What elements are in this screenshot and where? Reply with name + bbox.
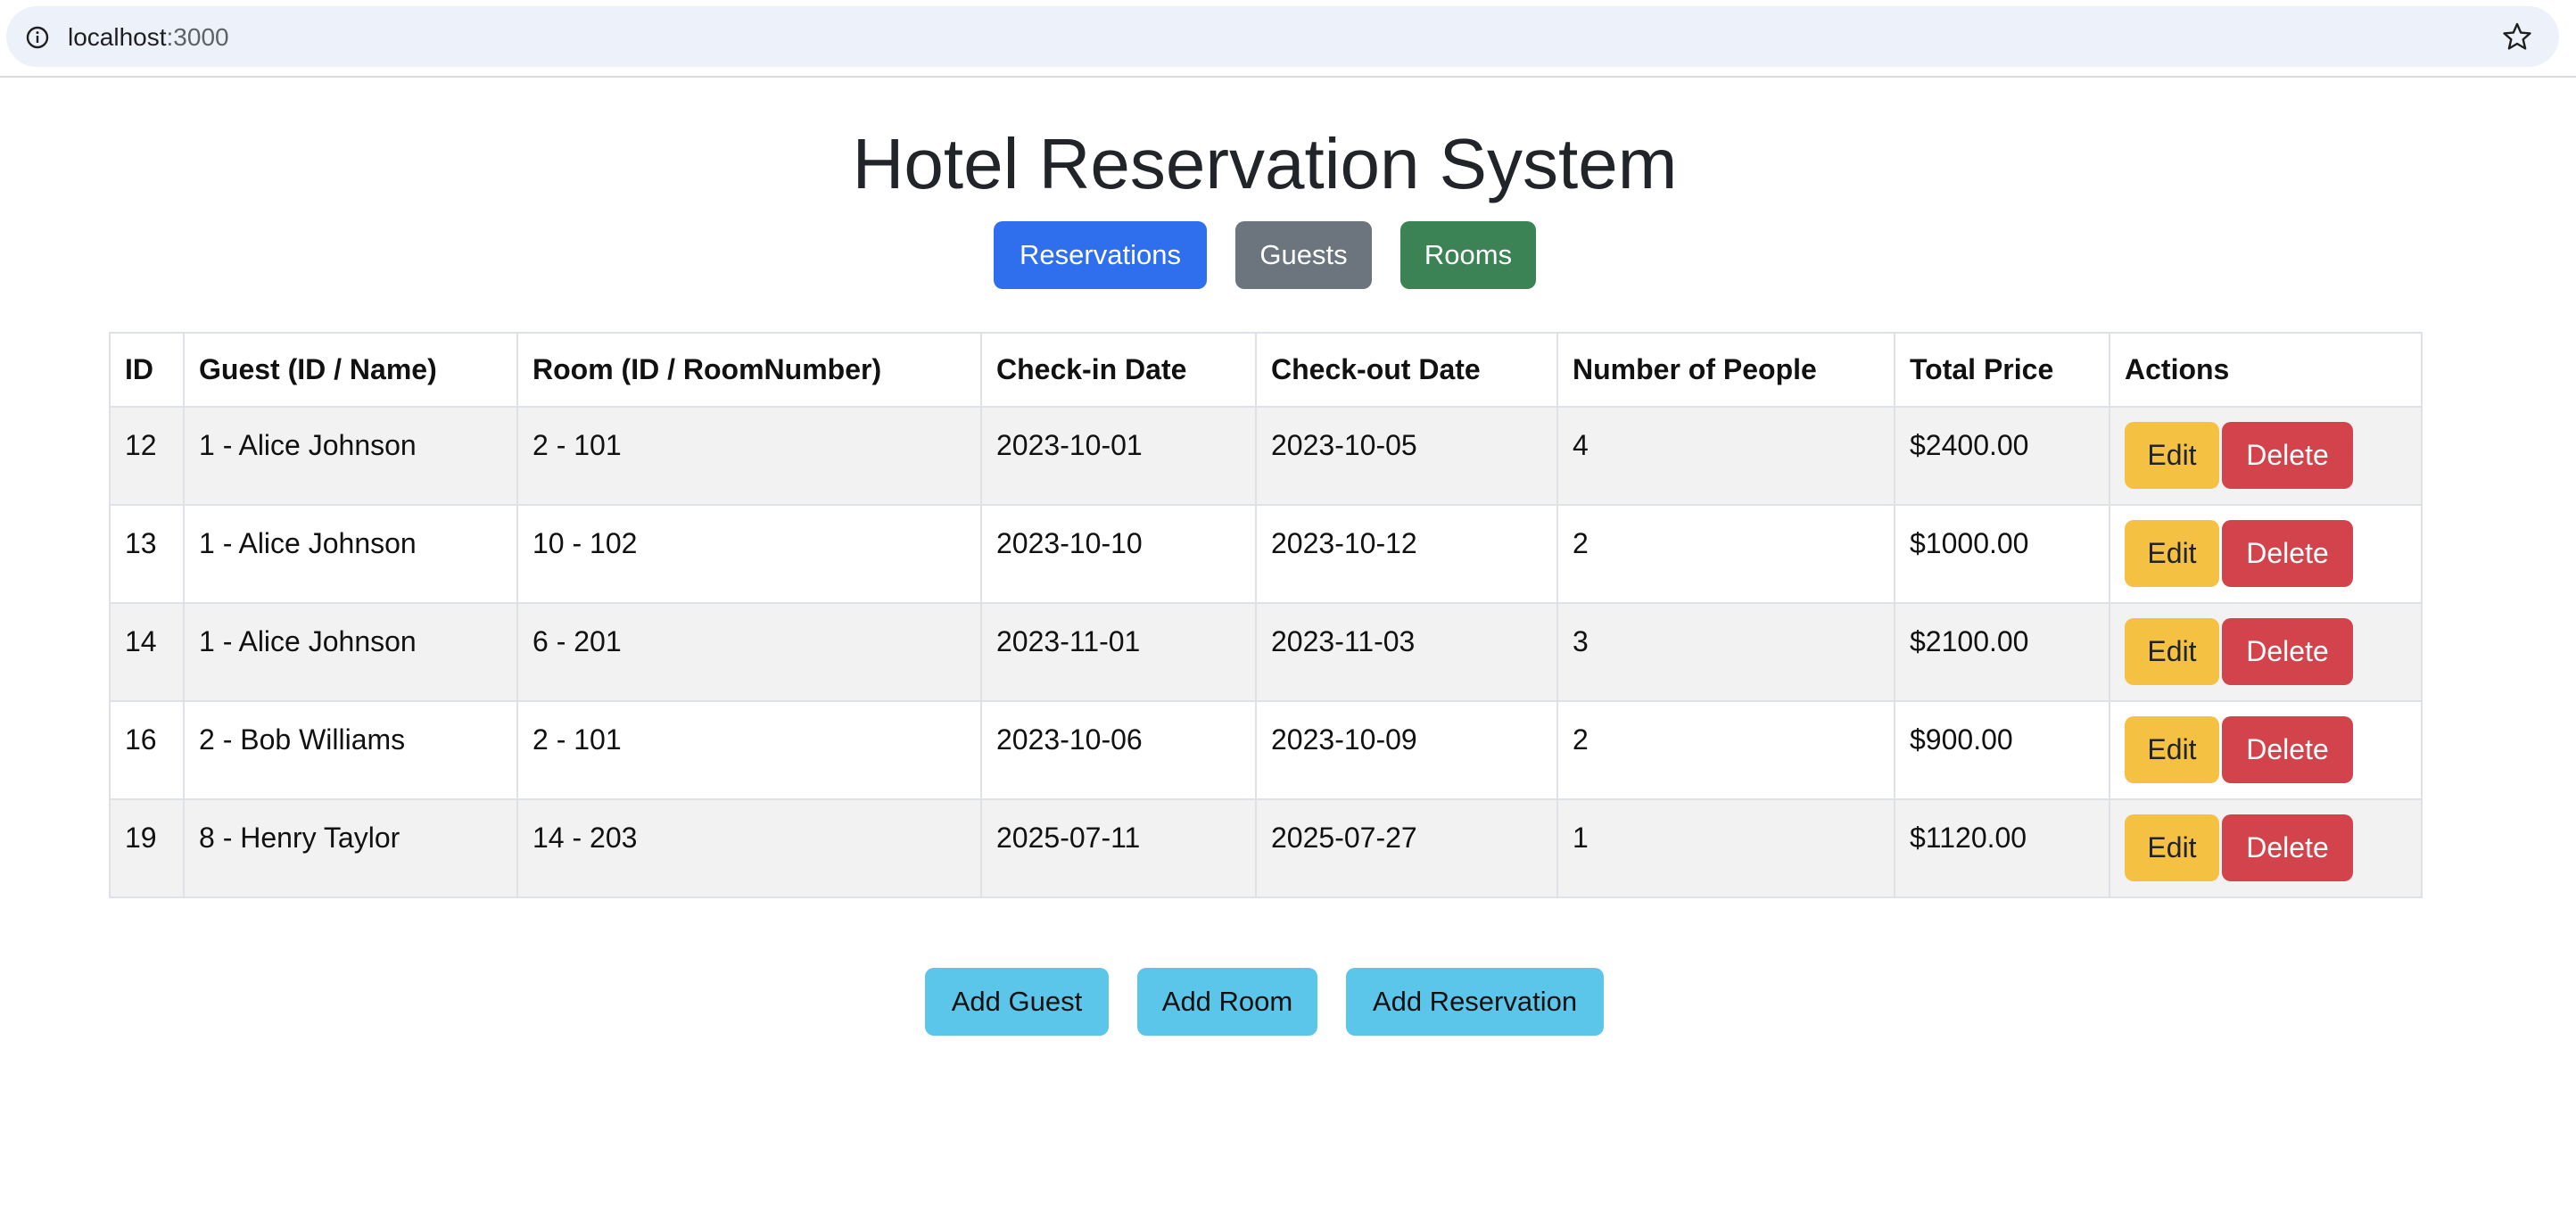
guests-button[interactable]: Guests <box>1235 221 1372 289</box>
cell-guest: 8 - Henry Taylor <box>183 798 518 898</box>
browser-toolbar: localhost:3000 <box>0 0 2576 78</box>
address-bar[interactable]: localhost:3000 <box>6 6 2559 67</box>
add-guest-button[interactable]: Add Guest <box>925 968 1109 1036</box>
delete-button[interactable]: Delete <box>2222 520 2353 587</box>
cell-actions: Edit Delete <box>2109 602 2423 702</box>
header-id: ID <box>109 332 185 408</box>
star-icon[interactable] <box>2502 21 2532 52</box>
cell-checkout: 2023-10-12 <box>1255 504 1558 604</box>
cell-room: 2 - 101 <box>516 406 982 506</box>
edit-button[interactable]: Edit <box>2125 716 2219 783</box>
reservations-button[interactable]: Reservations <box>994 221 1207 289</box>
header-price: Total Price <box>1894 332 2110 408</box>
cell-checkout: 2023-10-09 <box>1255 700 1558 800</box>
table-row: 19 8 - Henry Taylor 14 - 203 2025-07-11 … <box>109 798 2423 898</box>
header-people: Number of People <box>1556 332 1895 408</box>
cell-id: 19 <box>109 798 185 898</box>
cell-people: 4 <box>1556 406 1895 506</box>
cell-checkin: 2025-07-11 <box>980 798 1257 898</box>
cell-actions: Edit Delete <box>2109 406 2423 506</box>
cell-price: $1000.00 <box>1894 504 2110 604</box>
cell-id: 12 <box>109 406 185 506</box>
edit-button[interactable]: Edit <box>2125 422 2219 489</box>
cell-checkin: 2023-10-10 <box>980 504 1257 604</box>
edit-button[interactable]: Edit <box>2125 618 2219 685</box>
add-reservation-button[interactable]: Add Reservation <box>1346 968 1604 1036</box>
delete-button[interactable]: Delete <box>2222 716 2353 783</box>
cell-price: $1120.00 <box>1894 798 2110 898</box>
cell-checkout: 2025-07-27 <box>1255 798 1558 898</box>
cell-people: 2 <box>1556 700 1895 800</box>
cell-checkout: 2023-10-05 <box>1255 406 1558 506</box>
delete-button[interactable]: Delete <box>2222 618 2353 685</box>
table-row: 13 1 - Alice Johnson 10 - 102 2023-10-10… <box>109 504 2423 604</box>
cell-actions: Edit Delete <box>2109 798 2423 898</box>
cell-people: 1 <box>1556 798 1895 898</box>
edit-button[interactable]: Edit <box>2125 814 2219 881</box>
header-room: Room (ID / RoomNumber) <box>516 332 982 408</box>
url-port: :3000 <box>166 23 229 51</box>
rooms-button[interactable]: Rooms <box>1400 221 1536 289</box>
url-text[interactable]: localhost:3000 <box>68 22 229 53</box>
cell-id: 13 <box>109 504 185 604</box>
table-row: 14 1 - Alice Johnson 6 - 201 2023-11-01 … <box>109 602 2423 702</box>
table-row: 12 1 - Alice Johnson 2 - 101 2023-10-01 … <box>109 406 2423 506</box>
cell-checkin: 2023-11-01 <box>980 602 1257 702</box>
edit-button[interactable]: Edit <box>2125 520 2219 587</box>
cell-checkout: 2023-11-03 <box>1255 602 1558 702</box>
delete-button[interactable]: Delete <box>2222 422 2353 489</box>
cell-people: 3 <box>1556 602 1895 702</box>
cell-guest: 1 - Alice Johnson <box>183 406 518 506</box>
cell-room: 2 - 101 <box>516 700 982 800</box>
cell-actions: Edit Delete <box>2109 504 2423 604</box>
cell-guest: 1 - Alice Johnson <box>183 504 518 604</box>
cell-room: 6 - 201 <box>516 602 982 702</box>
cell-price: $2100.00 <box>1894 602 2110 702</box>
header-guest: Guest (ID / Name) <box>183 332 518 408</box>
reservations-table: ID Guest (ID / Name) Room (ID / RoomNumb… <box>109 332 2423 898</box>
cell-guest: 2 - Bob Williams <box>183 700 518 800</box>
add-room-button[interactable]: Add Room <box>1137 968 1317 1036</box>
cell-id: 16 <box>109 700 185 800</box>
cell-id: 14 <box>109 602 185 702</box>
table-row: 16 2 - Bob Williams 2 - 101 2023-10-06 2… <box>109 700 2423 800</box>
cell-room: 10 - 102 <box>516 504 982 604</box>
cell-actions: Edit Delete <box>2109 700 2423 800</box>
cell-room: 14 - 203 <box>516 798 982 898</box>
cell-price: $900.00 <box>1894 700 2110 800</box>
header-checkout: Check-out Date <box>1255 332 1558 408</box>
header-checkin: Check-in Date <box>980 332 1257 408</box>
url-host: localhost <box>68 23 167 51</box>
cell-guest: 1 - Alice Johnson <box>183 602 518 702</box>
cell-checkin: 2023-10-06 <box>980 700 1257 800</box>
cell-checkin: 2023-10-01 <box>980 406 1257 506</box>
header-actions: Actions <box>2109 332 2423 408</box>
delete-button[interactable]: Delete <box>2222 814 2353 881</box>
cell-people: 2 <box>1556 504 1895 604</box>
page-title: Hotel Reservation System <box>852 124 1678 203</box>
table-header-row: ID Guest (ID / Name) Room (ID / RoomNumb… <box>109 332 2423 408</box>
info-icon[interactable] <box>24 24 51 51</box>
cell-price: $2400.00 <box>1894 406 2110 506</box>
